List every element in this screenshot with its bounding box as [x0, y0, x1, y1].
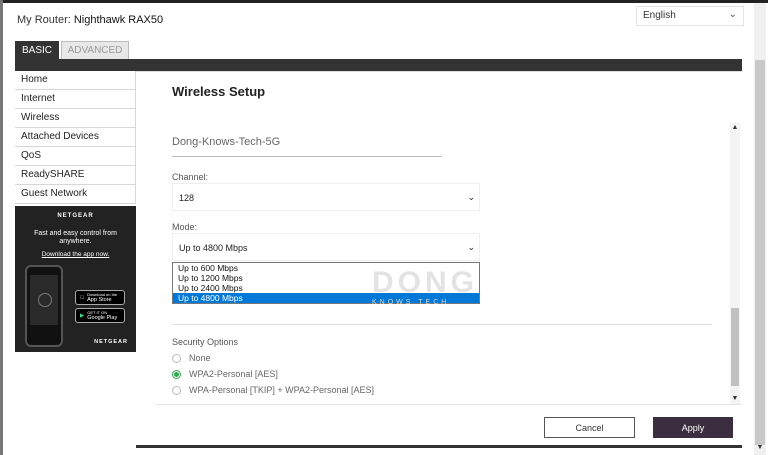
security-option-none[interactable]: None — [172, 353, 211, 363]
sidebar-item-guest-network[interactable]: Guest Network — [15, 185, 136, 204]
watermark-logo: DONG — [372, 266, 478, 299]
sidebar-item-internet[interactable]: Internet — [15, 90, 136, 109]
app-store-label: App Store — [83, 296, 111, 303]
radio-button-checked[interactable] — [172, 369, 181, 379]
ssid-field[interactable]: Dong-Knows-Tech-5G — [172, 136, 280, 148]
security-option-wpa-wpa2[interactable]: WPA-Personal [TKIP] + WPA2-Personal [AES… — [172, 385, 374, 395]
chevron-down-icon: ⌄ — [467, 192, 475, 202]
tab-advanced[interactable]: ADVANCED — [61, 41, 129, 59]
mode-value: Up to 4800 Mbps — [179, 243, 248, 253]
language-value: English — [643, 10, 676, 21]
apply-button[interactable]: Apply — [653, 417, 733, 438]
mode-select[interactable]: Up to 4800 Mbps ⌄ — [172, 233, 480, 261]
security-options-label: Security Options — [172, 337, 239, 347]
security-option-label: WPA-Personal [TKIP] + WPA2-Personal [AES… — [189, 385, 374, 395]
security-option-wpa2[interactable]: WPA2-Personal [AES] — [172, 369, 278, 379]
google-play-icon: ▶ — [80, 312, 85, 319]
ssid-underline — [172, 156, 442, 157]
sidebar-item-readyshare[interactable]: ReadySHARE — [15, 166, 136, 185]
app-store-button[interactable]:  Download on the App Store — [75, 290, 125, 305]
router-status-icon — [38, 293, 52, 307]
phone-image — [25, 265, 63, 347]
app-promo-banner[interactable]: NETGEAR Fast and easy control from anywh… — [15, 206, 136, 352]
content-top-border — [136, 71, 742, 72]
channel-select[interactable]: 128 ⌄ — [172, 183, 480, 211]
bottom-bar — [136, 445, 742, 448]
window-left-border — [0, 0, 3, 455]
security-option-label: WPA2-Personal [AES] — [189, 369, 278, 379]
sidebar-item-attached-devices[interactable]: Attached Devices — [15, 128, 136, 147]
section-divider — [172, 324, 712, 325]
radio-button[interactable] — [172, 353, 181, 363]
window-scroll-thumb[interactable] — [755, 60, 765, 445]
phone-screen — [30, 275, 58, 325]
channel-value: 128 — [179, 193, 195, 203]
channel-label: Channel: — [172, 172, 209, 182]
router-label: My Router: Nighthawk RAX50 — [17, 14, 163, 26]
radio-button[interactable] — [172, 385, 181, 395]
google-play-label: Google Play — [87, 314, 118, 321]
mode-label: Mode: — [172, 222, 198, 232]
watermark-subtext: KNOWS TECH — [372, 299, 450, 306]
page-title: Wireless Setup — [172, 84, 266, 99]
window-scroll-down-icon[interactable]: ▼ — [754, 444, 766, 454]
chevron-down-icon: ⌄ — [728, 9, 737, 20]
sidebar-item-qos[interactable]: QoS — [15, 147, 136, 166]
google-play-button[interactable]: ▶ GET IT ON Google Play — [75, 308, 125, 323]
router-prefix: My Router: — [17, 14, 71, 26]
cancel-button[interactable]: Cancel — [544, 417, 635, 438]
ad-download-link[interactable]: Download the app now. — [15, 251, 136, 258]
ad-footer-brand: NETGEAR — [94, 339, 128, 345]
tab-basic[interactable]: BASIC — [15, 41, 59, 59]
sidebar-item-wireless[interactable]: Wireless — [15, 109, 136, 128]
security-option-label: None — [189, 353, 211, 363]
ad-brand-logo: NETGEAR — [57, 213, 94, 219]
language-select[interactable]: English ⌄ — [636, 6, 744, 26]
tab-bar — [15, 59, 742, 71]
router-name: Nighthawk RAX50 — [73, 14, 164, 26]
scroll-down-arrow-icon[interactable]: ▼ — [730, 394, 740, 404]
window-top-border — [0, 0, 768, 3]
sidebar-item-home[interactable]: Home — [15, 71, 136, 90]
footer-divider — [156, 404, 742, 405]
sidebar: Home Internet Wireless Attached Devices … — [15, 71, 136, 204]
content-scroll-thumb[interactable] — [731, 308, 739, 386]
scroll-up-arrow-icon[interactable]: ▲ — [730, 122, 740, 134]
apple-icon:  — [80, 295, 84, 301]
chevron-down-icon: ⌄ — [467, 242, 475, 252]
ad-tagline: Fast and easy control from anywhere. — [34, 230, 117, 245]
